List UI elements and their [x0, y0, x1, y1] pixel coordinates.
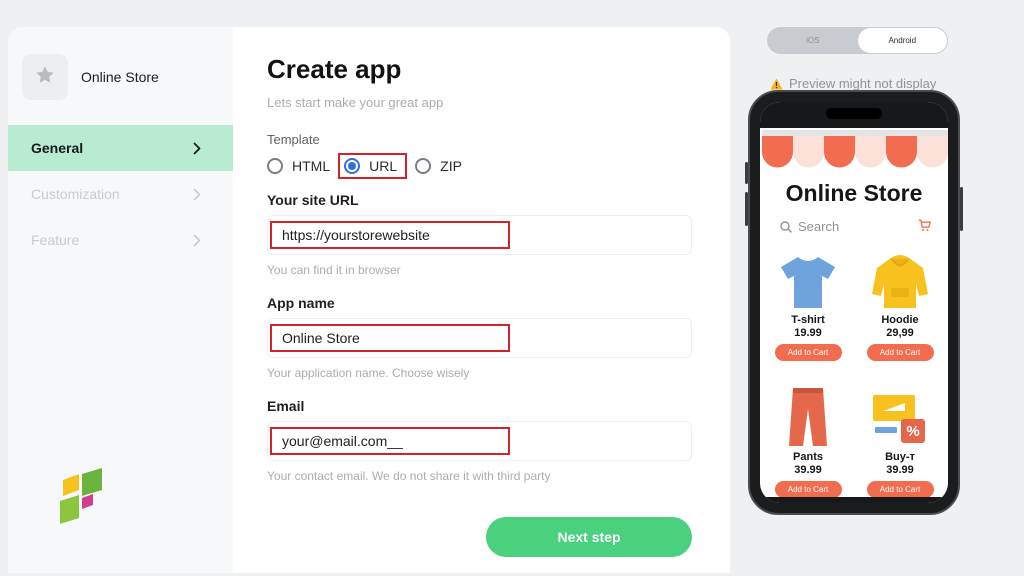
- product-price: 39.99: [794, 464, 822, 476]
- store-title: Online Store: [785, 180, 923, 206]
- site-url-input[interactable]: [270, 221, 510, 249]
- template-radio-html[interactable]: HTML: [267, 153, 330, 179]
- platform-option-ios[interactable]: iOS: [768, 28, 858, 53]
- product-card: % Buy-т 39.99 Add to Cart: [862, 385, 938, 498]
- site-url-hint: You can find it in browser: [267, 263, 401, 277]
- phone-preview: Online Store Search T-shirt 19.99 Add to…: [745, 90, 963, 515]
- page-title: Create app: [267, 54, 402, 84]
- sidebar: Online Store General Customization Featu…: [8, 27, 233, 573]
- app-name-input[interactable]: [270, 324, 510, 352]
- template-label: Template: [267, 132, 320, 147]
- platform-toggle: iOS Android: [767, 27, 948, 54]
- sidebar-item-general[interactable]: General: [8, 125, 233, 171]
- email-hint: Your contact email. We do not share it w…: [267, 469, 551, 483]
- platform-option-android[interactable]: Android: [857, 28, 947, 53]
- product-price: 19.99: [794, 327, 822, 339]
- product-price: 39.99: [886, 464, 914, 476]
- product-name: Hoodie: [881, 314, 919, 326]
- store-search[interactable]: Search: [780, 219, 839, 234]
- radio-circle[interactable]: [415, 158, 432, 174]
- app-name-hint: Your application name. Choose wisely: [267, 366, 470, 380]
- email-label: Email: [267, 398, 305, 414]
- warning-icon: [770, 78, 783, 90]
- search-placeholder: Search: [798, 219, 840, 234]
- email-field: [267, 421, 692, 461]
- product-name: Buy-т: [885, 451, 915, 463]
- preview-note-text: Preview might not display: [789, 76, 937, 91]
- sidebar-item-feature[interactable]: Feature: [8, 217, 233, 263]
- chevron-right-icon: [193, 234, 201, 247]
- next-step-button[interactable]: Next step: [486, 517, 692, 557]
- phone-screen: Online Store Search T-shirt 19.99 Add to…: [760, 102, 948, 503]
- product-name: T-shirt: [791, 314, 825, 326]
- template-radio-group: HTML URL ZIP: [267, 153, 474, 179]
- radio-circle[interactable]: [267, 158, 283, 174]
- star-icon: [34, 64, 56, 91]
- product-name: Pants: [793, 451, 823, 463]
- phone-volume-button: [745, 192, 748, 226]
- phone-home-bar: [760, 497, 948, 503]
- phone-camera-island: [826, 108, 882, 119]
- radio-label: HTML: [292, 158, 331, 174]
- sidebar-item-label: Customization: [31, 186, 120, 202]
- preview-note: Preview might not display: [770, 76, 950, 91]
- radio-circle[interactable]: [344, 158, 361, 174]
- sidebar-item-customization[interactable]: Customization: [8, 171, 233, 217]
- radio-label: URL: [369, 158, 398, 174]
- hoodie-icon: [862, 248, 938, 310]
- site-url-field: [267, 215, 692, 255]
- cart-icon[interactable]: [918, 219, 931, 237]
- template-radio-url[interactable]: URL: [338, 153, 408, 179]
- product-card: Pants 39.99 Add to Cart: [770, 385, 846, 498]
- add-to-cart-button[interactable]: Add to Cart: [774, 344, 842, 361]
- store-awning: [762, 130, 948, 173]
- product-card: T-shirt 19.99 Add to Cart: [770, 248, 846, 361]
- phone-volume-button: [745, 162, 748, 184]
- chevron-right-icon: [193, 142, 201, 155]
- create-app-form: Create app Lets start make your great ap…: [233, 27, 730, 573]
- brand: Online Store: [22, 54, 159, 100]
- discount-tag-icon: %: [862, 385, 938, 447]
- sidebar-item-label: Feature: [31, 232, 80, 248]
- add-to-cart-button[interactable]: Add to Cart: [774, 481, 842, 498]
- phone-statusbar: [760, 102, 948, 128]
- radio-label: ZIP: [440, 158, 462, 174]
- chevron-right-icon: [193, 188, 201, 201]
- pants-icon: [770, 385, 846, 447]
- product-price: 29,99: [886, 327, 914, 339]
- svg-text:%: %: [906, 423, 919, 440]
- site-url-label: Your site URL: [267, 192, 359, 208]
- sidebar-nav: General Customization Feature: [8, 125, 233, 263]
- app-name-label: App name: [267, 295, 335, 311]
- page-subtitle: Lets start make your great app: [267, 95, 444, 110]
- template-radio-zip[interactable]: ZIP: [415, 153, 462, 179]
- tshirt-icon: [770, 248, 846, 310]
- email-input[interactable]: [270, 427, 510, 455]
- brand-name: Online Store: [81, 69, 159, 85]
- add-to-cart-button[interactable]: Add to Cart: [866, 481, 934, 498]
- search-icon: [780, 220, 792, 233]
- product-card: Hoodie 29,99 Add to Cart: [862, 248, 938, 361]
- add-to-cart-button[interactable]: Add to Cart: [866, 344, 934, 361]
- phone-power-button: [960, 187, 963, 231]
- app-logo-icon: [60, 468, 106, 531]
- app-name-field: [267, 318, 692, 358]
- sidebar-item-label: General: [31, 140, 84, 156]
- brand-logo: [22, 54, 68, 100]
